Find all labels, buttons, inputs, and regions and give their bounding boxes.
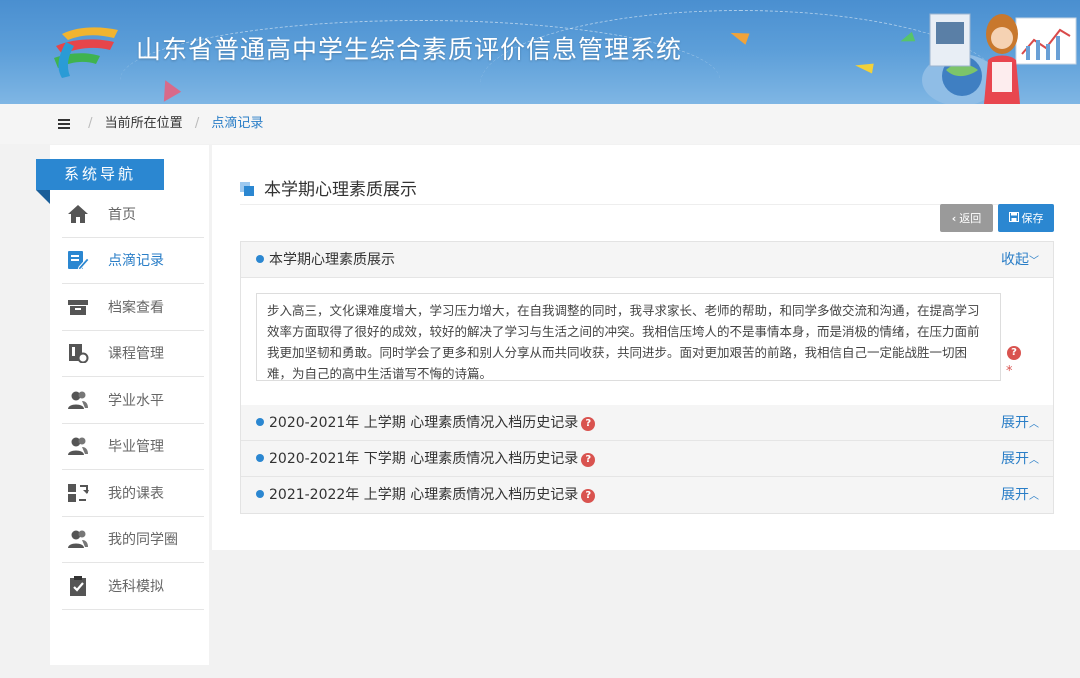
psychology-content-textarea[interactable]: 步入高三，文化课难度增大，学习压力增大，在自我调整的同时，我寻求家长、老师的帮助…	[256, 293, 1001, 381]
bullet-dot-icon	[256, 418, 264, 426]
expand-label: 展开	[1001, 415, 1029, 431]
sidebar-item-label: 课程管理	[108, 346, 164, 363]
sidebar-item-label: 档案查看	[108, 299, 164, 316]
sidebar-item-schedule[interactable]: 我的课表	[62, 470, 204, 517]
archive-box-icon	[66, 296, 90, 318]
accordion-header-history: 2021-2022年 上学期 心理素质情况入档历史记录? 展开︿	[241, 477, 1053, 513]
breadcrumb-prefix: 当前所在位置	[104, 116, 183, 131]
sidebar-item-home[interactable]: 首页	[62, 191, 204, 238]
required-mark: *	[1006, 364, 1013, 379]
schedule-swap-icon	[66, 482, 90, 504]
edit-note-icon	[66, 249, 90, 271]
chevron-up-icon: ︿	[1029, 419, 1039, 430]
sidebar-item-subject-sim[interactable]: 选科模拟	[62, 563, 204, 610]
users-icon	[66, 389, 90, 411]
accordion-title: 2020-2021年 上学期 心理素质情况入档历史记录	[269, 415, 579, 431]
chevron-up-icon: ︿	[1029, 491, 1039, 502]
expand-label: 展开	[1001, 451, 1029, 467]
app-title: 山东省普通高中学生综合素质评价信息管理系统	[136, 35, 683, 64]
sidebar-item-label: 毕业管理	[108, 439, 164, 456]
accordion-panel: 本学期心理素质展示 收起﹀ 步入高三，文化课难度增大，学习压力增大，在自我调整的…	[240, 241, 1054, 514]
help-icon[interactable]: ?	[581, 417, 596, 431]
sidebar-heading: 系统导航	[36, 159, 164, 204]
accordion-header-history: 2020-2021年 上学期 心理素质情况入档历史记录? 展开︿	[241, 405, 1053, 441]
sidebar-nav: 首页 点滴记录 档案查看 课程管理 学业水平 毕业管理 我的课表 我的同学圈 选…	[62, 191, 204, 610]
section-title: 本学期心理素质展示	[240, 175, 417, 200]
sidebar-item-label: 学业水平	[108, 392, 164, 409]
save-button[interactable]: 保存	[998, 204, 1054, 232]
expand-toggle[interactable]: 展开︿	[1001, 441, 1039, 479]
floppy-disk-icon	[1008, 211, 1019, 225]
accordion-title: 本学期心理素质展示	[269, 252, 395, 268]
teacher-illustration-icon	[922, 13, 1077, 104]
sidebar-item-academic[interactable]: 学业水平	[62, 377, 204, 424]
breadcrumb-separator: /	[194, 116, 200, 131]
chevron-down-icon: ﹀	[1029, 256, 1039, 267]
sidebar: 系统导航 首页 点滴记录 档案查看 课程管理 学业水平 毕业管理 我的课表 我的…	[36, 145, 209, 665]
breadcrumb-current[interactable]: 点滴记录	[211, 116, 263, 131]
collapse-label: 收起	[1001, 252, 1029, 268]
main-panel: 本学期心理素质展示 ‹ 返回 保存 本学期心理素质展示 收起﹀ 步入高三，文化课…	[212, 145, 1080, 550]
breadcrumb: / 当前所在位置 / 点滴记录	[0, 104, 1080, 144]
collapse-toggle[interactable]: 收起﹀	[1001, 242, 1039, 280]
accordion-header-current: 本学期心理素质展示 收起﹀	[241, 242, 1053, 278]
accordion-header-history: 2020-2021年 下学期 心理素质情况入档历史记录? 展开︿	[241, 441, 1053, 477]
sidebar-item-archive[interactable]: 档案查看	[62, 284, 204, 331]
back-button[interactable]: ‹ 返回	[940, 204, 993, 232]
expand-toggle[interactable]: 展开︿	[1001, 405, 1039, 443]
back-button-label: 返回	[959, 212, 982, 225]
sidebar-item-classmates[interactable]: 我的同学圈	[62, 517, 204, 563]
sidebar-item-label: 点滴记录	[108, 253, 164, 270]
menu-icon[interactable]	[58, 118, 70, 129]
clipboard-check-icon	[66, 575, 90, 597]
users-icon	[66, 435, 90, 457]
section-title-text: 本学期心理素质展示	[264, 180, 417, 200]
sidebar-item-graduation[interactable]: 毕业管理	[62, 424, 204, 470]
chevron-up-icon: ︿	[1029, 455, 1039, 466]
sidebar-item-label: 我的课表	[108, 485, 164, 502]
chevron-left-icon: ‹	[951, 211, 957, 225]
accordion-title: 2020-2021年 下学期 心理素质情况入档历史记录	[269, 451, 579, 467]
accordion-title: 2021-2022年 上学期 心理素质情况入档历史记录	[269, 487, 579, 503]
header-banner: 山东省普通高中学生综合素质评价信息管理系统	[0, 0, 1080, 104]
home-icon	[66, 203, 90, 225]
bullet-dot-icon	[256, 454, 264, 462]
divider	[240, 204, 1054, 205]
save-button-label: 保存	[1021, 212, 1044, 225]
sidebar-item-records[interactable]: 点滴记录	[62, 238, 204, 284]
expand-label: 展开	[1001, 487, 1029, 503]
sidebar-item-label: 选科模拟	[108, 578, 164, 595]
bullet-dot-icon	[256, 490, 264, 498]
system-logo-icon	[54, 27, 118, 78]
help-icon[interactable]: ?	[581, 453, 596, 467]
sidebar-item-label: 我的同学圈	[108, 532, 178, 549]
bullet-dot-icon	[256, 255, 264, 263]
help-icon[interactable]: ?	[581, 489, 596, 503]
breadcrumb-separator: /	[88, 116, 93, 131]
sidebar-item-label: 首页	[108, 206, 136, 223]
course-document-icon	[66, 342, 90, 364]
expand-toggle[interactable]: 展开︿	[1001, 477, 1039, 515]
section-square-icon	[240, 182, 254, 196]
sidebar-item-courses[interactable]: 课程管理	[62, 331, 204, 377]
help-icon[interactable]: ?	[1007, 346, 1021, 360]
users-icon	[66, 528, 90, 550]
